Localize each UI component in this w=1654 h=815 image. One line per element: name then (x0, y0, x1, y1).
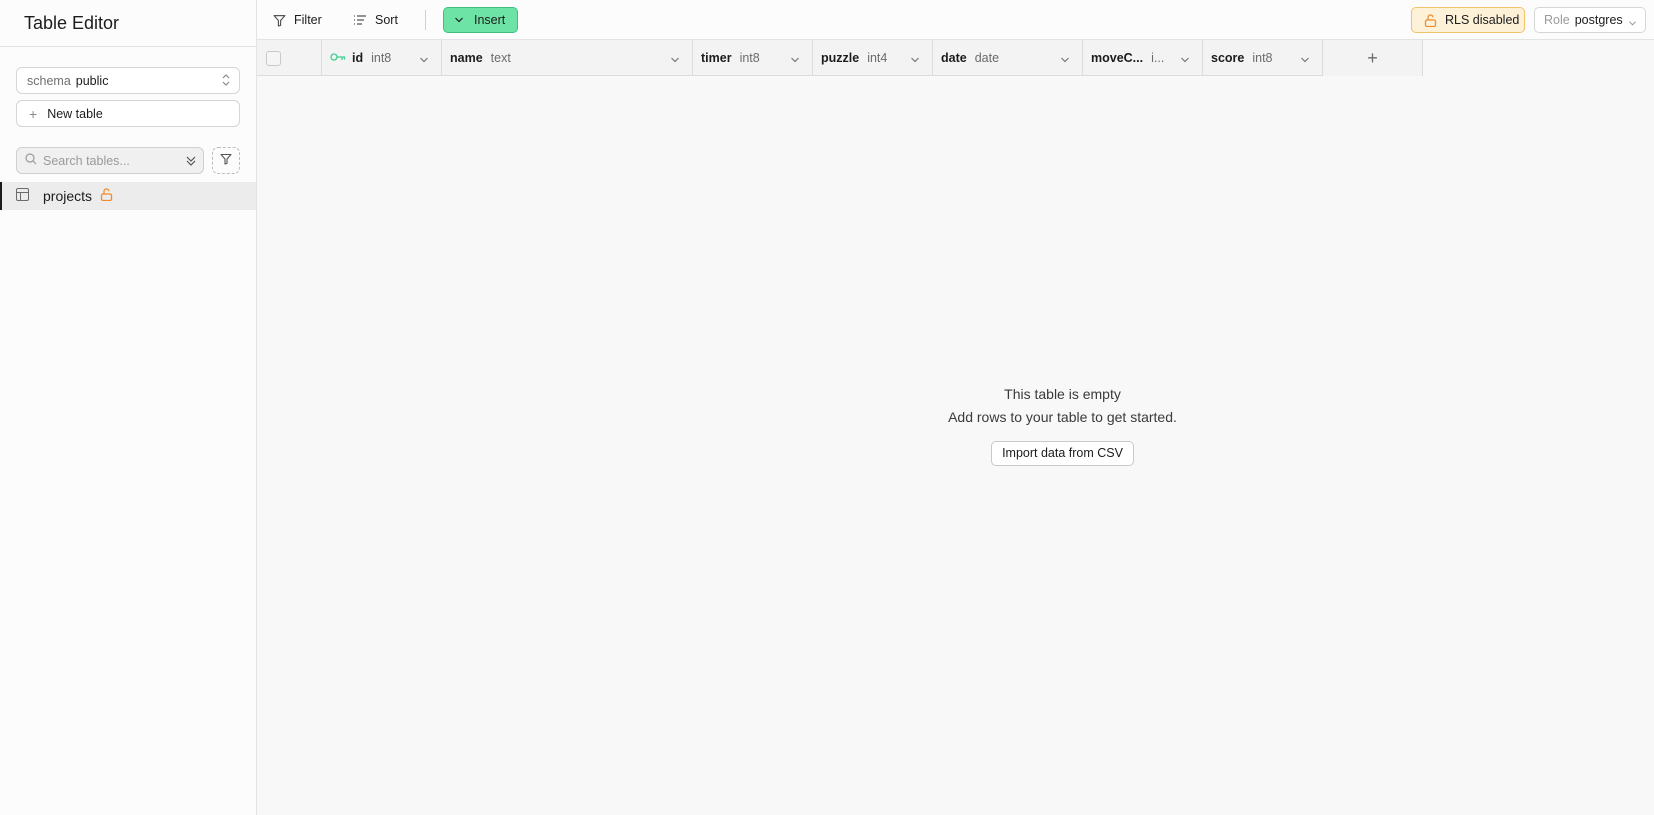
column-name: timer (701, 51, 732, 65)
column-header-timer[interactable]: timer int8 (693, 40, 813, 76)
column-name: moveC... (1091, 51, 1144, 65)
column-name: id (352, 51, 364, 65)
select-all-checkbox[interactable] (266, 50, 281, 66)
chevron-down-icon (1628, 16, 1637, 30)
new-table-button[interactable]: + New table (16, 100, 240, 127)
table-name: projects (43, 188, 93, 204)
unlock-icon (100, 188, 113, 204)
column-name: puzzle (821, 51, 860, 65)
column-name: score (1211, 51, 1245, 65)
column-type: i... (1151, 51, 1165, 65)
import-csv-button[interactable]: Import data from CSV (991, 441, 1134, 466)
search-tables (16, 147, 204, 174)
unlock-icon (1424, 13, 1437, 27)
toolbar: Filter Sort Insert RLS disabled Role pos… (257, 0, 1654, 40)
key-icon (330, 51, 346, 65)
plus-icon: + (1367, 47, 1378, 68)
chevron-down-icon[interactable] (419, 53, 429, 67)
column-type: int8 (371, 51, 392, 65)
table-icon (16, 188, 29, 204)
chevron-down-icon[interactable] (910, 53, 920, 67)
select-all-cell (257, 40, 322, 76)
sort-label: Sort (375, 13, 398, 27)
column-header-id[interactable]: id int8 (322, 40, 442, 76)
column-type: int8 (1252, 51, 1273, 65)
sidebar-item-projects[interactable]: projects (0, 182, 256, 210)
search-icon (25, 153, 37, 168)
sidebar: Table Editor schema public + New table p… (0, 0, 257, 815)
insert-label: Insert (474, 13, 506, 27)
column-type: int4 (867, 51, 888, 65)
column-header-score[interactable]: score int8 (1203, 40, 1323, 76)
rls-label: RLS disabled (1445, 13, 1520, 27)
grid-header: id int8 name text timer int8 puzzle int4… (257, 40, 1423, 76)
plus-icon: + (29, 105, 38, 122)
chevron-down-icon[interactable] (790, 53, 800, 67)
schema-label: schema (27, 73, 71, 88)
schema-value: public (75, 73, 109, 88)
role-value: postgres (1574, 13, 1623, 27)
sidebar-header: Table Editor (0, 0, 256, 47)
search-input[interactable] (43, 153, 183, 168)
chevron-down-icon[interactable] (1060, 53, 1070, 67)
chevron-down-icon[interactable] (1180, 53, 1190, 67)
sort-icon (354, 15, 366, 25)
column-type: text (490, 51, 511, 65)
chevron-down-icon[interactable] (670, 53, 680, 67)
filter-tables-button[interactable] (212, 147, 240, 174)
empty-state: This table is empty Add rows to your tab… (900, 386, 1225, 466)
column-header-name[interactable]: name text (442, 40, 693, 76)
sort-button[interactable]: Sort (353, 8, 398, 32)
role-select[interactable]: Role postgres (1534, 7, 1646, 33)
role-label: Role (1544, 13, 1570, 27)
filter-button[interactable]: Filter (273, 8, 322, 32)
filter-label: Filter (294, 13, 322, 27)
filter-icon (273, 14, 286, 27)
column-name: date (941, 51, 967, 65)
double-chevron-down-icon[interactable] (185, 154, 197, 171)
empty-state-subtitle: Add rows to your table to get started. (948, 409, 1177, 425)
chevron-updown-icon (221, 73, 231, 90)
column-type: date (974, 51, 1000, 65)
column-header-date[interactable]: date date (933, 40, 1083, 76)
chevron-down-icon (455, 17, 463, 23)
column-header-puzzle[interactable]: puzzle int4 (813, 40, 933, 76)
new-table-label: New table (47, 106, 103, 121)
chevron-down-icon[interactable] (1300, 53, 1310, 67)
insert-button[interactable]: Insert (443, 7, 518, 33)
column-header-movecount[interactable]: moveC... i... (1083, 40, 1203, 76)
page-title: Table Editor (24, 12, 120, 33)
toolbar-divider (425, 10, 426, 30)
empty-state-title: This table is empty (1004, 386, 1121, 402)
rls-status-badge[interactable]: RLS disabled (1411, 7, 1525, 33)
column-type: int8 (739, 51, 760, 65)
column-name: name (450, 51, 483, 65)
add-column-button[interactable]: + (1323, 40, 1423, 76)
filter-icon (220, 153, 232, 168)
schema-select[interactable]: schema public (16, 67, 240, 94)
